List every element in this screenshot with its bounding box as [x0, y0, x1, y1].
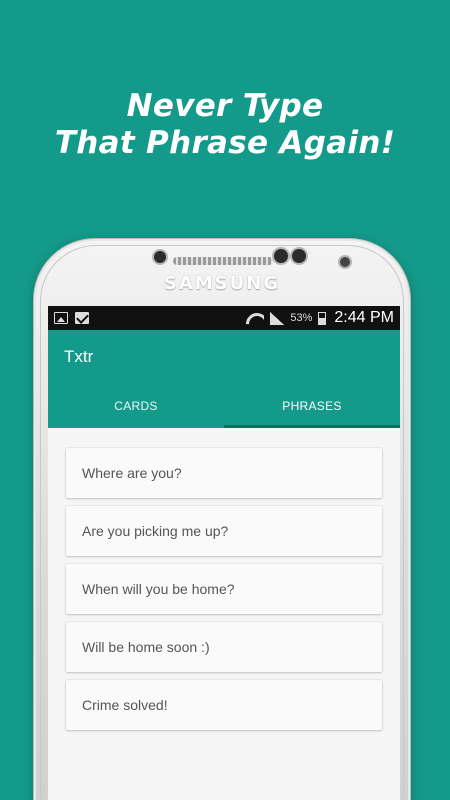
- promo-headline: Never Type That Phrase Again!: [0, 88, 450, 162]
- front-sensor-icon: [154, 251, 166, 263]
- device-brand: SAMSUNG: [163, 273, 281, 294]
- phrase-card[interactable]: Where are you?: [66, 448, 382, 498]
- tab-phrases[interactable]: PHRASES: [224, 384, 400, 428]
- earpiece-speaker: [173, 257, 273, 265]
- app-title: Txtr: [64, 347, 94, 366]
- phrase-card[interactable]: Will be home soon :): [66, 622, 382, 672]
- signal-icon: [270, 311, 285, 325]
- status-clock: 2:44 PM: [334, 309, 394, 326]
- battery-icon: [318, 311, 327, 325]
- image-icon: [54, 312, 68, 324]
- phone-screen: 53% 2:44 PM Txtr CARDS PHRASES Where are…: [48, 306, 400, 800]
- wifi-icon: [246, 311, 264, 325]
- front-camera-icon: [340, 257, 350, 267]
- promo-line-1: Never Type: [126, 88, 324, 124]
- tab-cards[interactable]: CARDS: [48, 384, 224, 428]
- phrase-card[interactable]: Are you picking me up?: [66, 506, 382, 556]
- status-bar: 53% 2:44 PM: [48, 306, 400, 330]
- tab-bar: CARDS PHRASES: [48, 384, 400, 428]
- phrase-card[interactable]: When will you be home?: [66, 564, 382, 614]
- proximity-sensor-icon: [274, 249, 288, 263]
- light-sensor-icon: [292, 249, 306, 263]
- gmail-icon: [75, 312, 89, 324]
- promo-line-2: That Phrase Again!: [54, 125, 396, 161]
- phrase-list: Where are you? Are you picking me up? Wh…: [48, 428, 400, 730]
- app-bar: Txtr CARDS PHRASES: [48, 330, 400, 428]
- phrase-card[interactable]: Crime solved!: [66, 680, 382, 730]
- battery-percent: 53%: [290, 312, 313, 324]
